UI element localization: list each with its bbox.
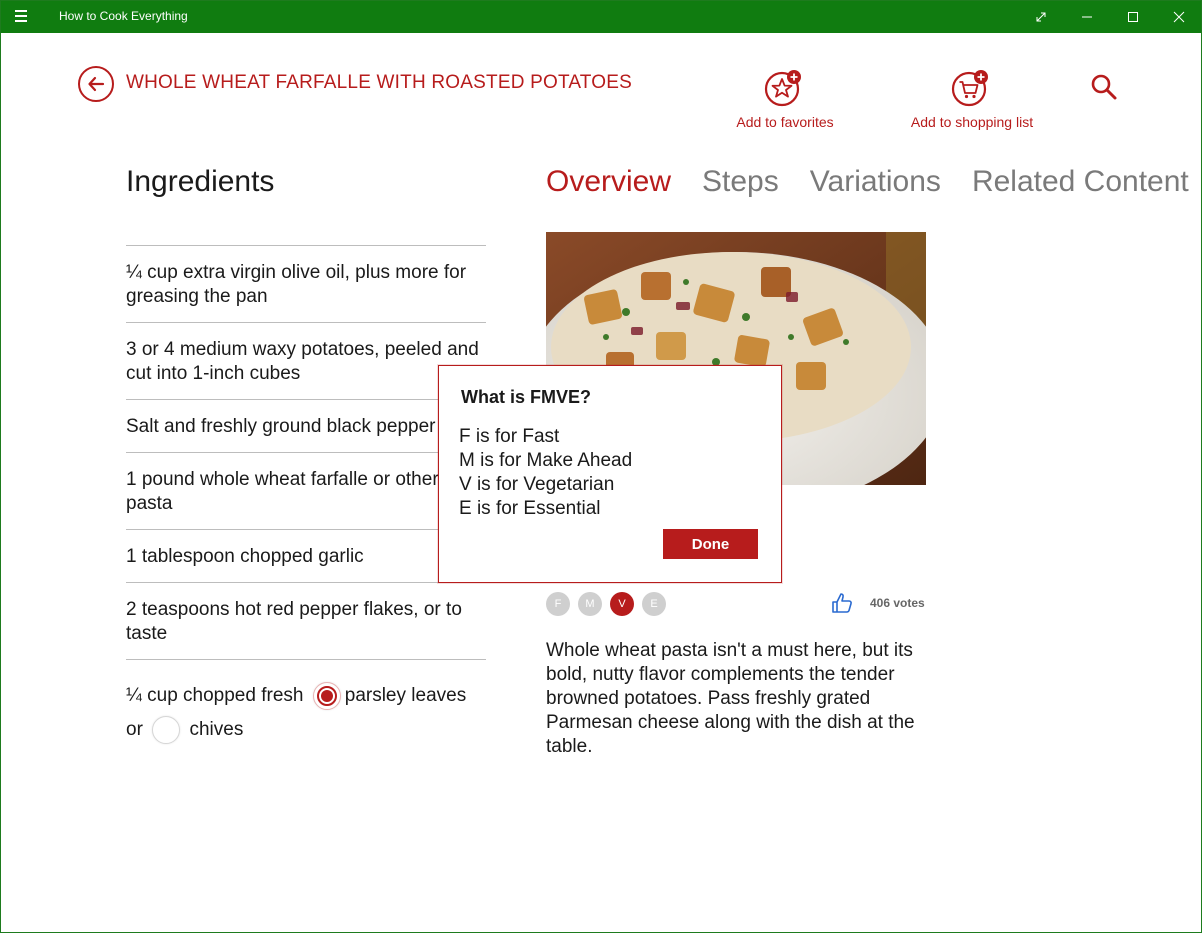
ingredients-list: ¼ cup extra virgin olive oil, plus more …	[126, 245, 486, 760]
add-to-shopping-list-button[interactable]: Add to shopping list	[901, 68, 1043, 130]
chives-label: chives	[189, 719, 244, 740]
minimize-icon[interactable]	[1064, 1, 1110, 33]
fmve-badges: F M V E	[546, 592, 666, 616]
done-button[interactable]: Done	[663, 529, 758, 559]
herb-choice-prefix: ¼ cup chopped fresh	[126, 685, 304, 706]
add-to-favorites-label: Add to favorites	[736, 114, 834, 130]
vote-count: 406 votes	[870, 596, 925, 610]
thumbs-up-icon[interactable]	[830, 591, 854, 615]
recipe-description: Whole wheat pasta isn't a must here, but…	[546, 640, 915, 757]
ingredient-item: 2 teaspoons hot red pepper flakes, or to…	[126, 582, 486, 659]
tab-related-content[interactable]: Related Content	[972, 165, 1189, 199]
add-to-shopping-list-label: Add to shopping list	[910, 114, 1034, 130]
badge-essential[interactable]: E	[642, 592, 666, 616]
title-bar: How to Cook Everything	[1, 1, 1201, 33]
add-to-favorites-button[interactable]: Add to favorites	[727, 68, 843, 130]
votes: 406 votes	[830, 591, 925, 615]
chives-radio[interactable]	[152, 715, 181, 744]
herb-choice-joiner: or	[126, 719, 143, 740]
recipe-title: WHOLE WHEAT FARFALLE WITH ROASTED POTATO…	[126, 72, 632, 93]
dialog-line: V is for Vegetarian	[459, 474, 615, 495]
ingredient-item: 1 pound whole wheat farfalle or other cu…	[126, 452, 486, 529]
star-plus-icon	[764, 68, 806, 110]
badge-vegetarian[interactable]: V	[610, 592, 634, 616]
maximize-icon[interactable]	[1110, 1, 1156, 33]
ingredient-item: Salt and freshly ground black pepper	[126, 399, 486, 452]
app-window: How to Cook Everything WHOLE WHEAT FARFA…	[0, 0, 1202, 933]
back-button[interactable]	[78, 66, 114, 102]
ingredient-item: 1 tablespoon chopped garlic	[126, 529, 486, 582]
fmve-dialog: What is FMVE? F is for Fast M is for Mak…	[438, 365, 782, 583]
tab-overview[interactable]: Overview	[546, 165, 671, 199]
hamburger-menu-icon[interactable]	[15, 10, 33, 24]
recipe-tabs: Overview Steps Variations Related Conten…	[546, 165, 1189, 199]
app-title: How to Cook Everything	[59, 9, 188, 23]
badge-fast[interactable]: F	[546, 592, 570, 616]
dialog-line: M is for Make Ahead	[459, 450, 633, 471]
badge-make-ahead[interactable]: M	[578, 592, 602, 616]
fullscreen-icon[interactable]	[1018, 1, 1064, 33]
close-icon[interactable]	[1156, 1, 1202, 33]
ingredient-item: ¼ cup extra virgin olive oil, plus more …	[126, 245, 486, 322]
dialog-body: F is for Fast M is for Make Ahead V is f…	[459, 425, 632, 521]
tab-variations[interactable]: Variations	[810, 165, 941, 199]
dialog-line: E is for Essential	[459, 498, 601, 519]
dialog-line: F is for Fast	[459, 426, 560, 447]
ingredient-item: 3 or 4 medium waxy potatoes, peeled and …	[126, 322, 486, 399]
ingredient-item-herb-choice: ¼ cup chopped fresh parsley leaves or ch…	[126, 659, 486, 760]
parsley-label: parsley leaves	[344, 685, 467, 706]
dialog-title: What is FMVE?	[461, 387, 591, 407]
search-icon[interactable]	[1090, 73, 1118, 101]
ingredients-heading: Ingredients	[126, 165, 275, 198]
parsley-radio[interactable]	[312, 681, 341, 710]
tab-steps[interactable]: Steps	[702, 165, 779, 199]
arrow-left-icon	[88, 76, 105, 92]
cart-plus-icon	[951, 68, 993, 110]
